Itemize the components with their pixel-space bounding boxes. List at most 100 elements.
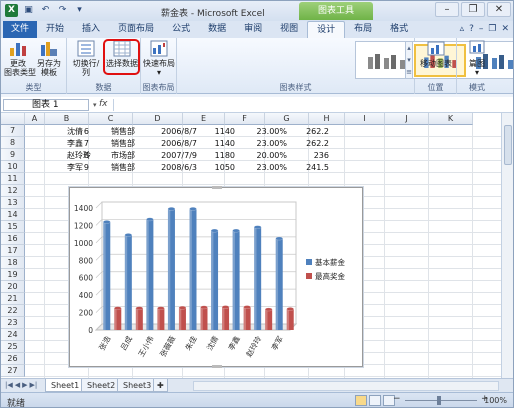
column-header-g[interactable]: G <box>265 113 309 125</box>
change-chart-type-button[interactable]: 更改 图表类型 <box>4 40 36 77</box>
row-header-22[interactable]: 22 <box>1 305 25 317</box>
cell-name[interactable]: 李军 <box>67 162 111 173</box>
row-header-18[interactable]: 18 <box>1 257 25 269</box>
save-as-template-button[interactable]: 另存为 模板 <box>35 40 63 77</box>
row-header-23[interactable]: 23 <box>1 317 25 329</box>
row-header-13[interactable]: 13 <box>1 197 25 209</box>
row-header-21[interactable]: 21 <box>1 293 25 305</box>
restore-button[interactable]: ❐ <box>461 2 485 17</box>
doc-restore-icon[interactable]: ❐ <box>488 24 496 34</box>
cell-bonus[interactable]: 241.5 <box>265 162 329 173</box>
excel-logo-icon[interactable]: X <box>5 4 18 17</box>
column-header-a[interactable]: A <box>25 113 45 125</box>
zoom-level[interactable]: 100% <box>484 396 507 405</box>
quick-layout-button[interactable]: 快速布局 ▾ <box>142 40 176 77</box>
styles-button[interactable]: 篇图 ▾ <box>461 40 493 77</box>
save-icon[interactable]: ▣ <box>22 4 35 17</box>
last-sheet-icon[interactable]: ▶| <box>30 381 38 389</box>
zoom-out-button[interactable]: − <box>393 394 401 404</box>
column-header-e[interactable]: E <box>183 113 225 125</box>
row-header-19[interactable]: 19 <box>1 269 25 281</box>
cell-bonus[interactable]: 262.2 <box>265 126 329 137</box>
cell-bonus[interactable]: 236 <box>265 150 329 161</box>
sheet-tab-2[interactable]: Sheet2 <box>81 379 122 392</box>
column-header-j[interactable]: J <box>385 113 429 125</box>
column-header-c[interactable]: C <box>89 113 133 125</box>
column-header-h[interactable]: H <box>309 113 345 125</box>
formula-input[interactable] <box>113 99 499 111</box>
column-header-k[interactable]: K <box>429 113 473 125</box>
select-all-corner[interactable] <box>1 113 25 125</box>
bar-highlight <box>265 309 268 330</box>
row-header-14[interactable]: 14 <box>1 209 25 221</box>
next-sheet-icon[interactable]: ▶ <box>22 381 27 389</box>
row-header-16[interactable]: 16 <box>1 233 25 245</box>
minimize-ribbon-icon[interactable]: ▵ <box>460 24 465 34</box>
column-header-f[interactable]: F <box>225 113 265 125</box>
redo-icon[interactable]: ↷ <box>56 4 69 17</box>
row-header-17[interactable]: 17 <box>1 245 25 257</box>
sheet-tab-1[interactable]: Sheet1 <box>45 379 86 392</box>
row-header-24[interactable]: 24 <box>1 329 25 341</box>
move-chart-button[interactable]: 移动图表 <box>417 40 455 68</box>
page-layout-view-button[interactable] <box>369 395 381 406</box>
column-header-b[interactable]: B <box>45 113 89 125</box>
vertical-scroll-thumb[interactable] <box>504 125 512 165</box>
row-header-8[interactable]: 8 <box>1 137 25 149</box>
embedded-chart[interactable]: 0 200 400 600 800 1000 1200 1400 张浩 吕成 王小伟 张薇薇 朱佳 沈倩李… <box>69 186 363 368</box>
horizontal-scrollbar[interactable] <box>193 381 499 391</box>
name-box-dropdown-icon[interactable]: ▾ <box>93 101 97 109</box>
tab-page-layout[interactable]: 页面布局 <box>109 21 163 38</box>
tab-formulas[interactable]: 公式 <box>163 21 199 38</box>
tab-data[interactable]: 数据 <box>199 21 235 38</box>
tab-file[interactable]: 文件 <box>3 21 38 38</box>
row-header-7[interactable]: 7 <box>1 125 25 137</box>
column-header-d[interactable]: D <box>133 113 183 125</box>
row-header-15[interactable]: 15 <box>1 221 25 233</box>
column-header-i[interactable]: I <box>345 113 385 125</box>
prev-sheet-icon[interactable]: ◀ <box>15 381 20 389</box>
insert-function-button[interactable]: fx <box>99 99 108 109</box>
row-header-26[interactable]: 26 <box>1 353 25 365</box>
switch-row-col-button[interactable]: 切换行/列 <box>69 40 103 77</box>
tab-layout[interactable]: 布局 <box>345 21 381 38</box>
tab-review[interactable]: 审阅 <box>235 21 271 38</box>
chart-resize-handle-top[interactable] <box>212 186 222 189</box>
tab-design[interactable]: 设计 <box>307 21 346 38</box>
close-button[interactable]: ✕ <box>487 2 511 17</box>
cell-bonus[interactable]: 262.2 <box>265 138 329 149</box>
tab-format[interactable]: 格式 <box>381 21 417 38</box>
row-header-10[interactable]: 10 <box>1 161 25 173</box>
minimize-button[interactable]: – <box>435 2 459 17</box>
zoom-slider-thumb[interactable] <box>437 396 441 405</box>
help-icon[interactable]: ? <box>469 24 474 34</box>
tab-view[interactable]: 视图 <box>271 21 307 38</box>
row-header-27[interactable]: 27 <box>1 365 25 377</box>
cell-name[interactable]: 赵玲玲 <box>67 150 111 161</box>
row-header-9[interactable]: 9 <box>1 149 25 161</box>
normal-view-button[interactable] <box>355 395 367 406</box>
gallery-scroll[interactable]: ▴ ▾ ≡ <box>405 41 413 79</box>
first-sheet-icon[interactable]: |◀ <box>5 381 13 389</box>
cell-name[interactable]: 沈倩 <box>67 126 111 137</box>
row-header-12[interactable]: 12 <box>1 185 25 197</box>
doc-minimize-icon[interactable]: – <box>479 24 484 34</box>
sheet-tab-3[interactable]: Sheet3 <box>117 379 158 392</box>
customize-qat-icon[interactable]: ▾ <box>73 4 86 17</box>
vertical-scrollbar[interactable] <box>501 113 513 378</box>
gridline-row <box>25 376 501 377</box>
x-category-label: 张浩 <box>96 334 112 352</box>
zoom-slider[interactable] <box>405 400 477 401</box>
doc-close-icon[interactable]: ✕ <box>501 24 509 34</box>
undo-icon[interactable]: ↶ <box>39 4 52 17</box>
quick-layout-icon <box>150 40 168 57</box>
row-header-20[interactable]: 20 <box>1 281 25 293</box>
cell-name[interactable]: 李鑫 <box>67 138 111 149</box>
row-header-11[interactable]: 11 <box>1 173 25 185</box>
tab-home[interactable]: 开始 <box>37 21 73 38</box>
name-box[interactable]: 图表 1 <box>3 99 89 111</box>
insert-sheet-icon[interactable]: ✚ <box>153 379 168 392</box>
row-header-25[interactable]: 25 <box>1 341 25 353</box>
tab-insert[interactable]: 插入 <box>73 21 109 38</box>
chart-resize-handle-bottom[interactable] <box>212 365 222 368</box>
